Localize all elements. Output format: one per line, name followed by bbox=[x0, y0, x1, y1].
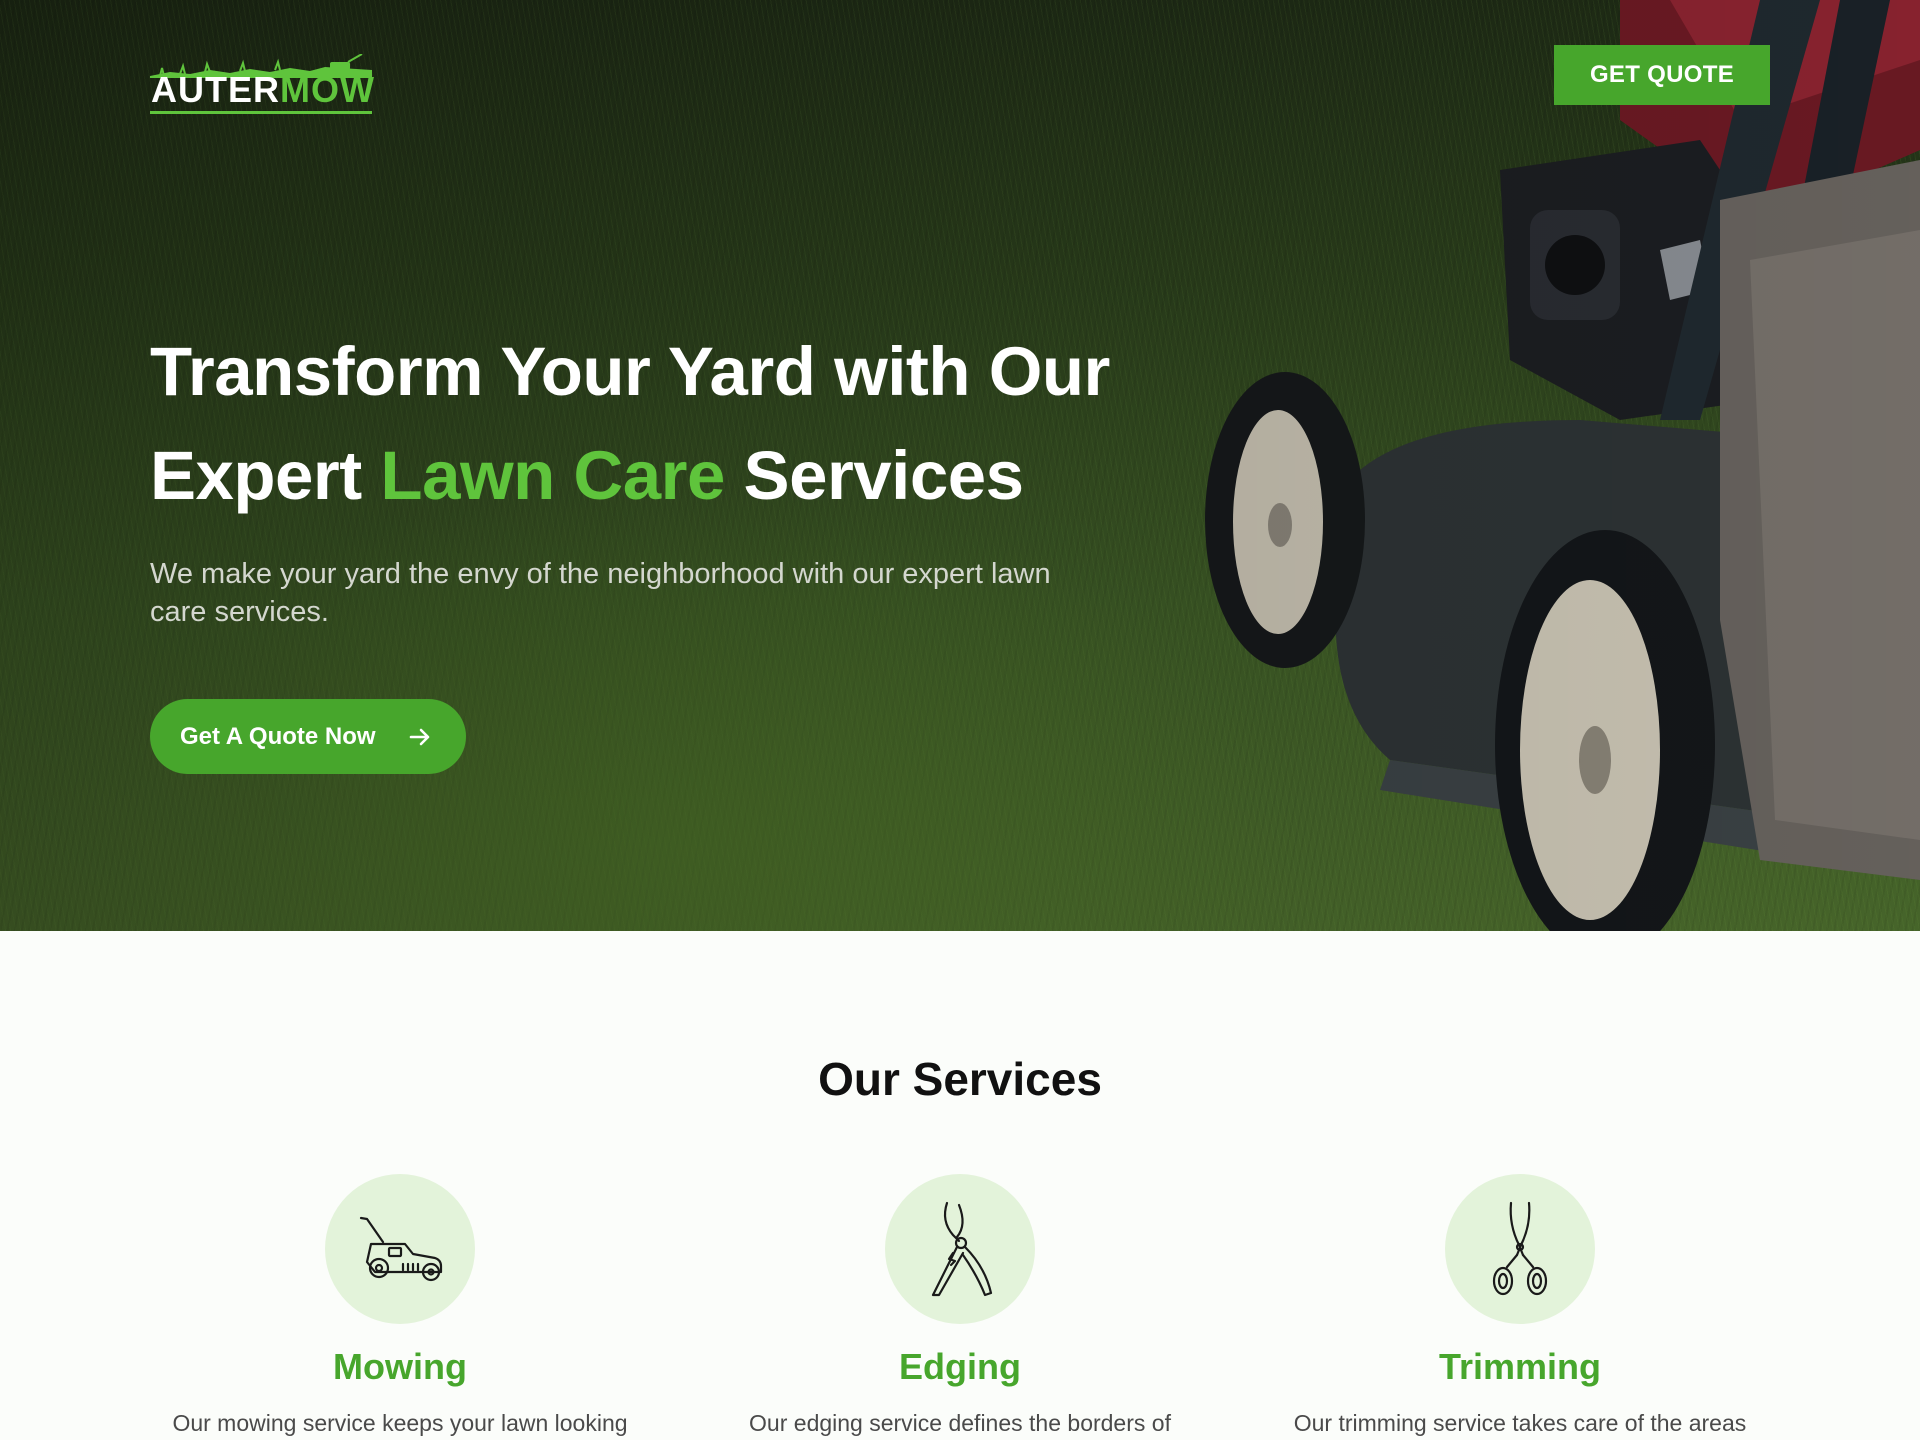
service-card-trimming[interactable]: Trimming Our trimming service takes care… bbox=[1240, 1174, 1800, 1437]
pruning-shears-icon bbox=[931, 1201, 993, 1297]
cta-label: Get A Quote Now bbox=[180, 722, 376, 750]
service-desc: Our mowing service keeps your lawn looki… bbox=[172, 1410, 628, 1436]
arrow-right-icon bbox=[409, 728, 430, 746]
service-card-edging[interactable]: Edging Our edging service defines the bo… bbox=[680, 1174, 1240, 1437]
service-name: Edging bbox=[899, 1346, 1021, 1387]
hero-title-line2-post: Services bbox=[724, 437, 1024, 514]
service-name: Mowing bbox=[333, 1346, 467, 1387]
logo-text-green: MOW bbox=[280, 69, 375, 110]
brand-logo[interactable]: AUTERMOW bbox=[150, 42, 375, 116]
hero-title-line1: Transform Your Yard with Our bbox=[150, 333, 1110, 410]
service-icon-circle bbox=[885, 1174, 1035, 1324]
service-icon-circle bbox=[325, 1174, 475, 1324]
hero-section: AUTERMOW GET QUOTE Transform Your Yard w… bbox=[0, 0, 1920, 931]
service-name: Trimming bbox=[1438, 1346, 1602, 1387]
hero-subtitle: We make your yard the envy of the neighb… bbox=[150, 558, 1051, 628]
logo-underline bbox=[150, 111, 372, 114]
service-desc: Our edging service defines the borders o… bbox=[749, 1410, 1171, 1436]
hero-title: Transform Your Yard with Our Expert Lawn… bbox=[150, 320, 1130, 528]
service-icon-circle bbox=[1445, 1174, 1595, 1324]
service-card-mowing[interactable]: Mowing Our mowing service keeps your law… bbox=[120, 1174, 680, 1437]
logo-wordmark: AUTERMOW bbox=[151, 72, 375, 108]
service-desc: Our trimming service takes care of the a… bbox=[1293, 1410, 1747, 1436]
get-a-quote-now-button[interactable]: Get A Quote Now bbox=[150, 699, 466, 774]
hero-title-accent: Lawn Care bbox=[380, 437, 725, 514]
get-quote-button[interactable]: GET QUOTE bbox=[1554, 45, 1770, 105]
services-title: Our Services bbox=[818, 1053, 1102, 1105]
lawn-mower-icon bbox=[359, 1216, 443, 1282]
logo-text-white: AUTER bbox=[151, 69, 280, 110]
hero-title-line2-pre: Expert bbox=[150, 437, 381, 514]
scissors-icon bbox=[1492, 1201, 1548, 1296]
